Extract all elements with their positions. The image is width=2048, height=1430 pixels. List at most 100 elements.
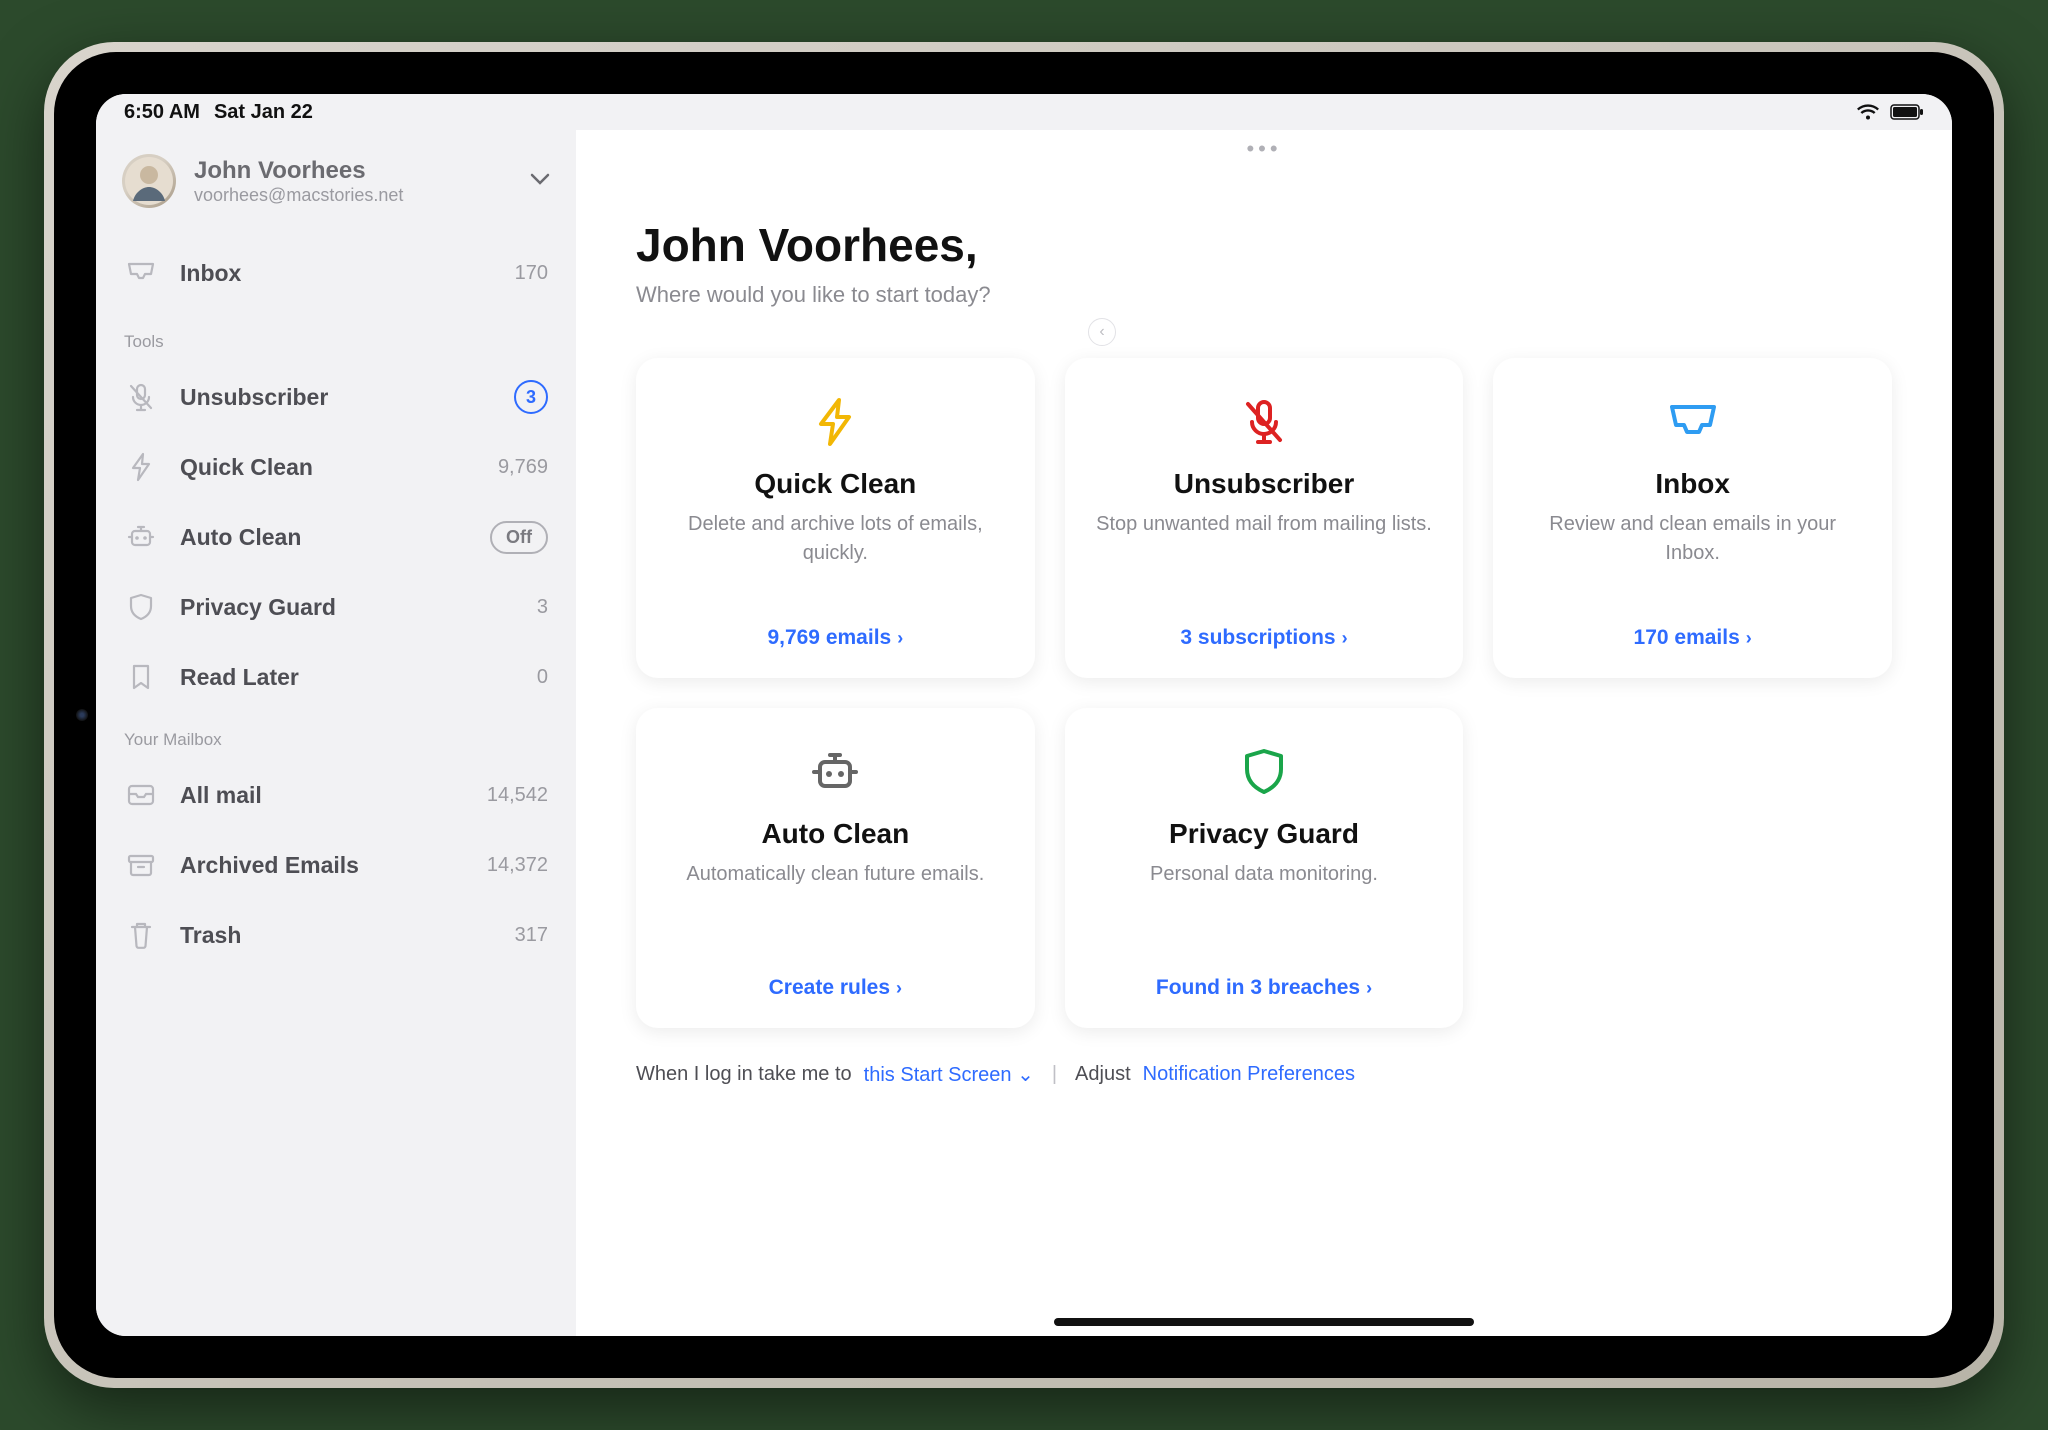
status-bar: 6:50 AM Sat Jan 22 [96,94,1952,130]
footer-text: When I log in take me to [636,1063,852,1086]
sidebar-item-count: 0 [508,666,548,689]
mic-off-icon [124,380,158,414]
inbox-icon [1665,394,1721,450]
sidebar-item-quick-clean[interactable]: Quick Clean 9,769 [96,432,576,502]
home-indicator[interactable] [1054,1318,1474,1326]
wifi-icon [1856,103,1880,121]
avatar [122,154,176,208]
chevron-right-icon: › [1342,628,1348,649]
card-link[interactable]: 170 emails › [1634,626,1752,650]
ipad-frame: 6:50 AM Sat Jan 22 [44,42,2004,1388]
card-inbox[interactable]: Inbox Review and clean emails in your In… [1493,358,1892,678]
footer-notification-link[interactable]: Notification Preferences [1143,1063,1355,1086]
sidebar-item-label: Auto Clean [180,524,468,551]
robot-icon [124,520,158,554]
sidebar: John Voorhees voorhees@macstories.net [96,130,576,1336]
account-email: voorhees@macstories.net [194,185,512,206]
sidebar-item-inbox[interactable]: Inbox 170 [96,238,576,308]
card-title: Inbox [1655,468,1730,500]
sidebar-item-all-mail[interactable]: All mail 14,542 [96,760,576,830]
screen: 6:50 AM Sat Jan 22 [96,94,1952,1336]
card-link-text: 3 subscriptions [1180,626,1335,650]
card-desc: Stop unwanted mail from mailing lists. [1096,510,1432,602]
chevron-right-icon: › [1366,978,1372,999]
sidebar-item-count: 317 [508,924,548,947]
sidebar-item-read-later[interactable]: Read Later 0 [96,642,576,712]
sidebar-item-count: 14,372 [487,854,548,877]
card-auto-clean[interactable]: Auto Clean Automatically clean future em… [636,708,1035,1028]
bookmark-icon [124,660,158,694]
sidebar-item-label: All mail [180,782,465,809]
ipad-bezel: 6:50 AM Sat Jan 22 [54,52,1994,1378]
card-title: Privacy Guard [1169,818,1359,850]
card-title: Quick Clean [754,468,916,500]
sidebar-badge-off: Off [490,521,548,554]
status-time: 6:50 AM [124,101,200,124]
card-title: Unsubscriber [1174,468,1355,500]
sidebar-item-archived[interactable]: Archived Emails 14,372 [96,830,576,900]
card-link-text: Found in 3 breaches [1156,976,1360,1000]
sidebar-item-privacy-guard[interactable]: Privacy Guard 3 [96,572,576,642]
greeting-subtitle: Where would you like to start today? [636,282,1892,308]
trash-icon [124,918,158,952]
sidebar-header-mailbox: Your Mailbox [96,712,576,760]
chevron-right-icon: › [897,628,903,649]
robot-icon [807,744,863,800]
sidebar-collapse-handle[interactable]: ‹ [1088,318,1116,346]
bolt-icon [807,394,863,450]
mic-off-icon [1236,394,1292,450]
greeting: John Voorhees, Where would you like to s… [636,158,1892,320]
sidebar-item-count: 14,542 [487,784,548,807]
chevron-down-icon: ⌄ [1017,1064,1034,1086]
greeting-title: John Voorhees, [636,218,1892,272]
inbox-icon [124,256,158,290]
card-unsubscriber[interactable]: Unsubscriber Stop unwanted mail from mai… [1065,358,1464,678]
card-link[interactable]: Create rules › [769,976,902,1000]
mailboxes-icon [124,778,158,812]
battery-icon [1890,104,1924,120]
card-link[interactable]: 9,769 emails › [767,626,903,650]
sidebar-item-label: Read Later [180,664,486,691]
sidebar-item-trash[interactable]: Trash 317 [96,900,576,970]
sidebar-item-label: Archived Emails [180,852,465,879]
chevron-right-icon: › [1746,628,1752,649]
sidebar-item-label: Quick Clean [180,454,476,481]
shield-icon [1236,744,1292,800]
chevron-down-icon [530,172,550,190]
main-content: ‹ ••• John Voorhees, Where would you lik… [576,130,1952,1336]
sidebar-item-unsubscriber[interactable]: Unsubscriber 3 [96,362,576,432]
card-link[interactable]: Found in 3 breaches › [1156,976,1372,1000]
sidebar-item-count: 170 [508,262,548,285]
card-link-text: 9,769 emails [767,626,891,650]
account-name: John Voorhees [194,157,512,185]
card-quick-clean[interactable]: Quick Clean Delete and archive lots of e… [636,358,1035,678]
multitask-dots-icon[interactable]: ••• [636,130,1892,158]
footer-start-screen-link[interactable]: this Start Screen ⌄ [864,1062,1034,1087]
footer-preferences: When I log in take me to this Start Scre… [636,1062,1892,1087]
card-link-text: 170 emails [1634,626,1740,650]
sidebar-item-label: Inbox [180,260,486,287]
card-desc: Review and clean emails in your Inbox. [1519,510,1866,602]
card-title: Auto Clean [761,818,909,850]
card-desc: Delete and archive lots of emails, quick… [662,510,1009,602]
archive-icon [124,848,158,882]
shield-icon [124,590,158,624]
card-desc: Automatically clean future emails. [686,860,984,952]
front-camera [76,709,88,721]
app-root: John Voorhees voorhees@macstories.net [96,130,1952,1336]
sidebar-item-auto-clean[interactable]: Auto Clean Off [96,502,576,572]
cards-grid: Quick Clean Delete and archive lots of e… [636,358,1892,1028]
status-date: Sat Jan 22 [214,101,313,124]
sidebar-item-label: Trash [180,922,486,949]
footer-text: Adjust [1075,1063,1131,1086]
sidebar-header-tools: Tools [96,314,576,362]
card-link[interactable]: 3 subscriptions › [1180,626,1347,650]
sidebar-badge: 3 [514,380,548,414]
card-link-text: Create rules [769,976,890,1000]
account-switcher[interactable]: John Voorhees voorhees@macstories.net [96,142,576,232]
card-privacy-guard[interactable]: Privacy Guard Personal data monitoring. … [1065,708,1464,1028]
bolt-icon [124,450,158,484]
chevron-right-icon: › [896,978,902,999]
sidebar-item-label: Unsubscriber [180,384,492,411]
sidebar-item-count: 3 [508,596,548,619]
